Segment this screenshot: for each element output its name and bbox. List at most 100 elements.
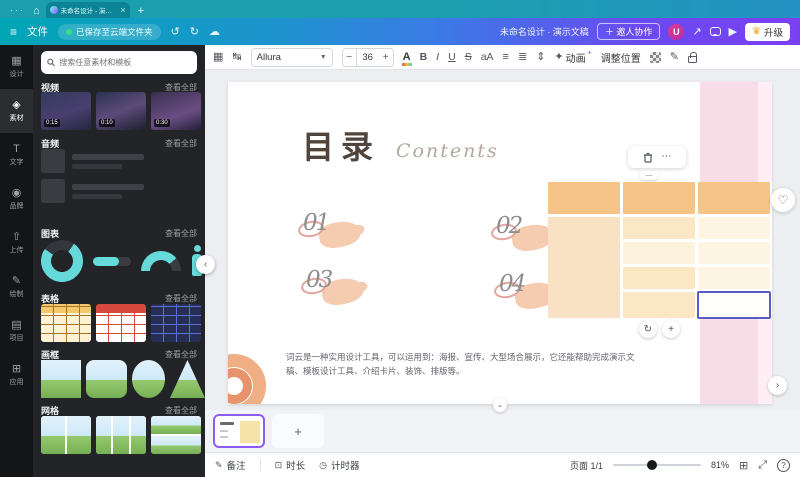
saved-status-pill[interactable]: 已保存至云端文件夹 [58, 24, 161, 40]
table-header-cell[interactable] [548, 182, 620, 214]
slide[interactable]: 目录 Contents 01 02 03 0 [228, 82, 772, 404]
cell-spacing-icon[interactable]: ↹ [232, 52, 241, 63]
table-cell[interactable] [698, 217, 770, 239]
window-controls[interactable]: ··· [10, 5, 25, 15]
slide-subtitle[interactable]: Contents [396, 140, 499, 162]
trash-icon[interactable] [643, 152, 653, 163]
table-cell[interactable] [698, 242, 770, 264]
page-thumbnail-selected[interactable] [213, 414, 265, 448]
sidebar-item-apps[interactable]: ⊞ 应用 [0, 353, 33, 397]
more-options-icon[interactable]: ⋯ [662, 152, 672, 162]
zoom-slider[interactable] [613, 464, 701, 466]
see-all-tables[interactable]: 查看全部 [165, 293, 197, 304]
video-thumbnail[interactable]: 0:10 [96, 92, 146, 130]
design-title[interactable]: 未命名设计 · 演示文稿 [500, 25, 589, 38]
sidebar-item-elements[interactable]: ◈ 素材 [0, 89, 33, 133]
search-box[interactable] [41, 51, 197, 74]
frame-rounded[interactable] [86, 360, 126, 398]
panel-collapse-button[interactable]: ‹ [196, 255, 215, 274]
table-cell[interactable] [698, 267, 770, 289]
redo-icon[interactable]: ↻ [190, 25, 199, 38]
table-thumbnail[interactable] [151, 304, 201, 342]
browser-tab[interactable]: 未命名设计 - 演示文稿 × [46, 2, 130, 18]
table-cell[interactable] [623, 292, 695, 318]
grid-view-icon[interactable]: ⊞ [739, 459, 748, 472]
rotate-handle[interactable]: ↻ [639, 320, 657, 338]
text-color-button[interactable]: A [403, 52, 411, 63]
video-thumbnail[interactable]: 0:15 [41, 92, 91, 130]
tab-close-icon[interactable]: × [120, 5, 125, 15]
table-thumbnail[interactable] [96, 304, 146, 342]
audio-track-row[interactable] [41, 148, 197, 174]
audio-track-row[interactable] [41, 178, 197, 204]
underline-button[interactable]: U [448, 52, 456, 63]
grid-thumbnail[interactable] [96, 416, 146, 454]
slide-paragraph[interactable]: 词云是一种实用设计工具，可以运用到：海报、宣传、大型场合展示，它还能帮助完成演示… [286, 350, 638, 378]
frame-circle[interactable] [132, 360, 165, 398]
slide-bottom-handle[interactable]: ⌄ [493, 398, 507, 412]
frame-square[interactable] [41, 360, 81, 398]
see-all-frames[interactable]: 查看全部 [165, 349, 197, 360]
table-thumbnail[interactable] [41, 304, 91, 342]
sidebar-item-text[interactable]: T 文字 [0, 133, 33, 177]
italic-button[interactable]: I [436, 52, 439, 63]
search-input[interactable] [59, 58, 191, 67]
avatar[interactable]: U [668, 24, 684, 40]
table-header-cell[interactable] [623, 182, 695, 214]
grid-thumbnail[interactable] [151, 416, 201, 454]
line-spacing-icon[interactable]: ⇕ [536, 52, 545, 63]
duration-button[interactable]: ⊡ 时长 [275, 458, 306, 472]
align-icon[interactable]: ≡ [503, 52, 509, 63]
table-drag-handle[interactable]: — [640, 171, 658, 180]
upgrade-button[interactable]: ♛ 升级 [745, 23, 790, 41]
text-case-button[interactable]: aA [481, 52, 494, 63]
sidebar-item-design[interactable]: ▦ 设计 [0, 45, 33, 89]
undo-icon[interactable]: ↺ [171, 25, 180, 38]
sidebar-item-draw[interactable]: ✎ 绘制 [0, 265, 33, 309]
copy-style-icon[interactable]: ✎ [670, 52, 679, 63]
sidebar-item-projects[interactable]: ▤ 项目 [0, 309, 33, 353]
see-all-grids[interactable]: 查看全部 [165, 405, 197, 416]
table-cell[interactable] [623, 267, 695, 289]
toc-item-1[interactable]: 01 [303, 210, 395, 254]
font-select[interactable]: Allura ▼ [251, 48, 333, 67]
fullscreen-icon[interactable]: ⤢ [758, 459, 767, 472]
present-icon[interactable]: ▶ [729, 25, 737, 38]
slide-table[interactable] [548, 182, 772, 316]
menu-icon[interactable]: ≡ [10, 25, 17, 39]
see-all-charts[interactable]: 查看全部 [165, 228, 197, 239]
new-tab-button[interactable]: + [138, 5, 144, 17]
progress-bar-element[interactable] [93, 257, 131, 266]
font-size-decrease-button[interactable]: − [342, 48, 357, 67]
donut-chart-element[interactable] [41, 240, 91, 282]
table-cell-selected[interactable] [698, 292, 770, 318]
font-size-increase-button[interactable]: + [379, 48, 394, 67]
position-button[interactable]: 调整位置 [601, 50, 641, 65]
notes-button[interactable]: ✎ 备注 [215, 458, 246, 472]
strikethrough-button[interactable]: S [465, 52, 472, 63]
bold-button[interactable]: B [420, 52, 428, 63]
comment-icon[interactable] [710, 27, 721, 36]
table-tool-icon[interactable]: ▦ [213, 52, 223, 63]
zoom-slider-knob[interactable] [647, 460, 657, 470]
slide-title[interactable]: 目录 [302, 122, 380, 168]
table-cell[interactable] [548, 217, 620, 318]
sidebar-item-brand[interactable]: ◉ 品牌 [0, 177, 33, 221]
table-header-cell[interactable] [698, 182, 770, 214]
table-cell[interactable] [623, 217, 695, 239]
grid-thumbnail[interactable] [41, 416, 91, 454]
timer-button[interactable]: ◷ 计时器 [319, 458, 359, 472]
cloud-sync-icon[interactable]: ☁ [209, 25, 220, 38]
transparency-icon[interactable] [650, 52, 661, 63]
video-thumbnail[interactable]: 0:30 [151, 92, 201, 130]
animate-button[interactable]: ✦ 动画 + [554, 50, 591, 65]
toc-item-3[interactable]: 03 [306, 267, 398, 311]
expand-arrow-button[interactable]: › [768, 376, 787, 395]
resize-handle[interactable]: + [662, 320, 680, 338]
add-page-button[interactable]: + [272, 414, 324, 448]
font-size-value[interactable]: 36 [357, 48, 379, 67]
help-icon[interactable]: ? [777, 459, 790, 472]
lock-icon[interactable] [688, 56, 697, 63]
invite-button[interactable]: ＋ 邀人协作 [597, 23, 661, 40]
table-cell[interactable] [623, 242, 695, 264]
